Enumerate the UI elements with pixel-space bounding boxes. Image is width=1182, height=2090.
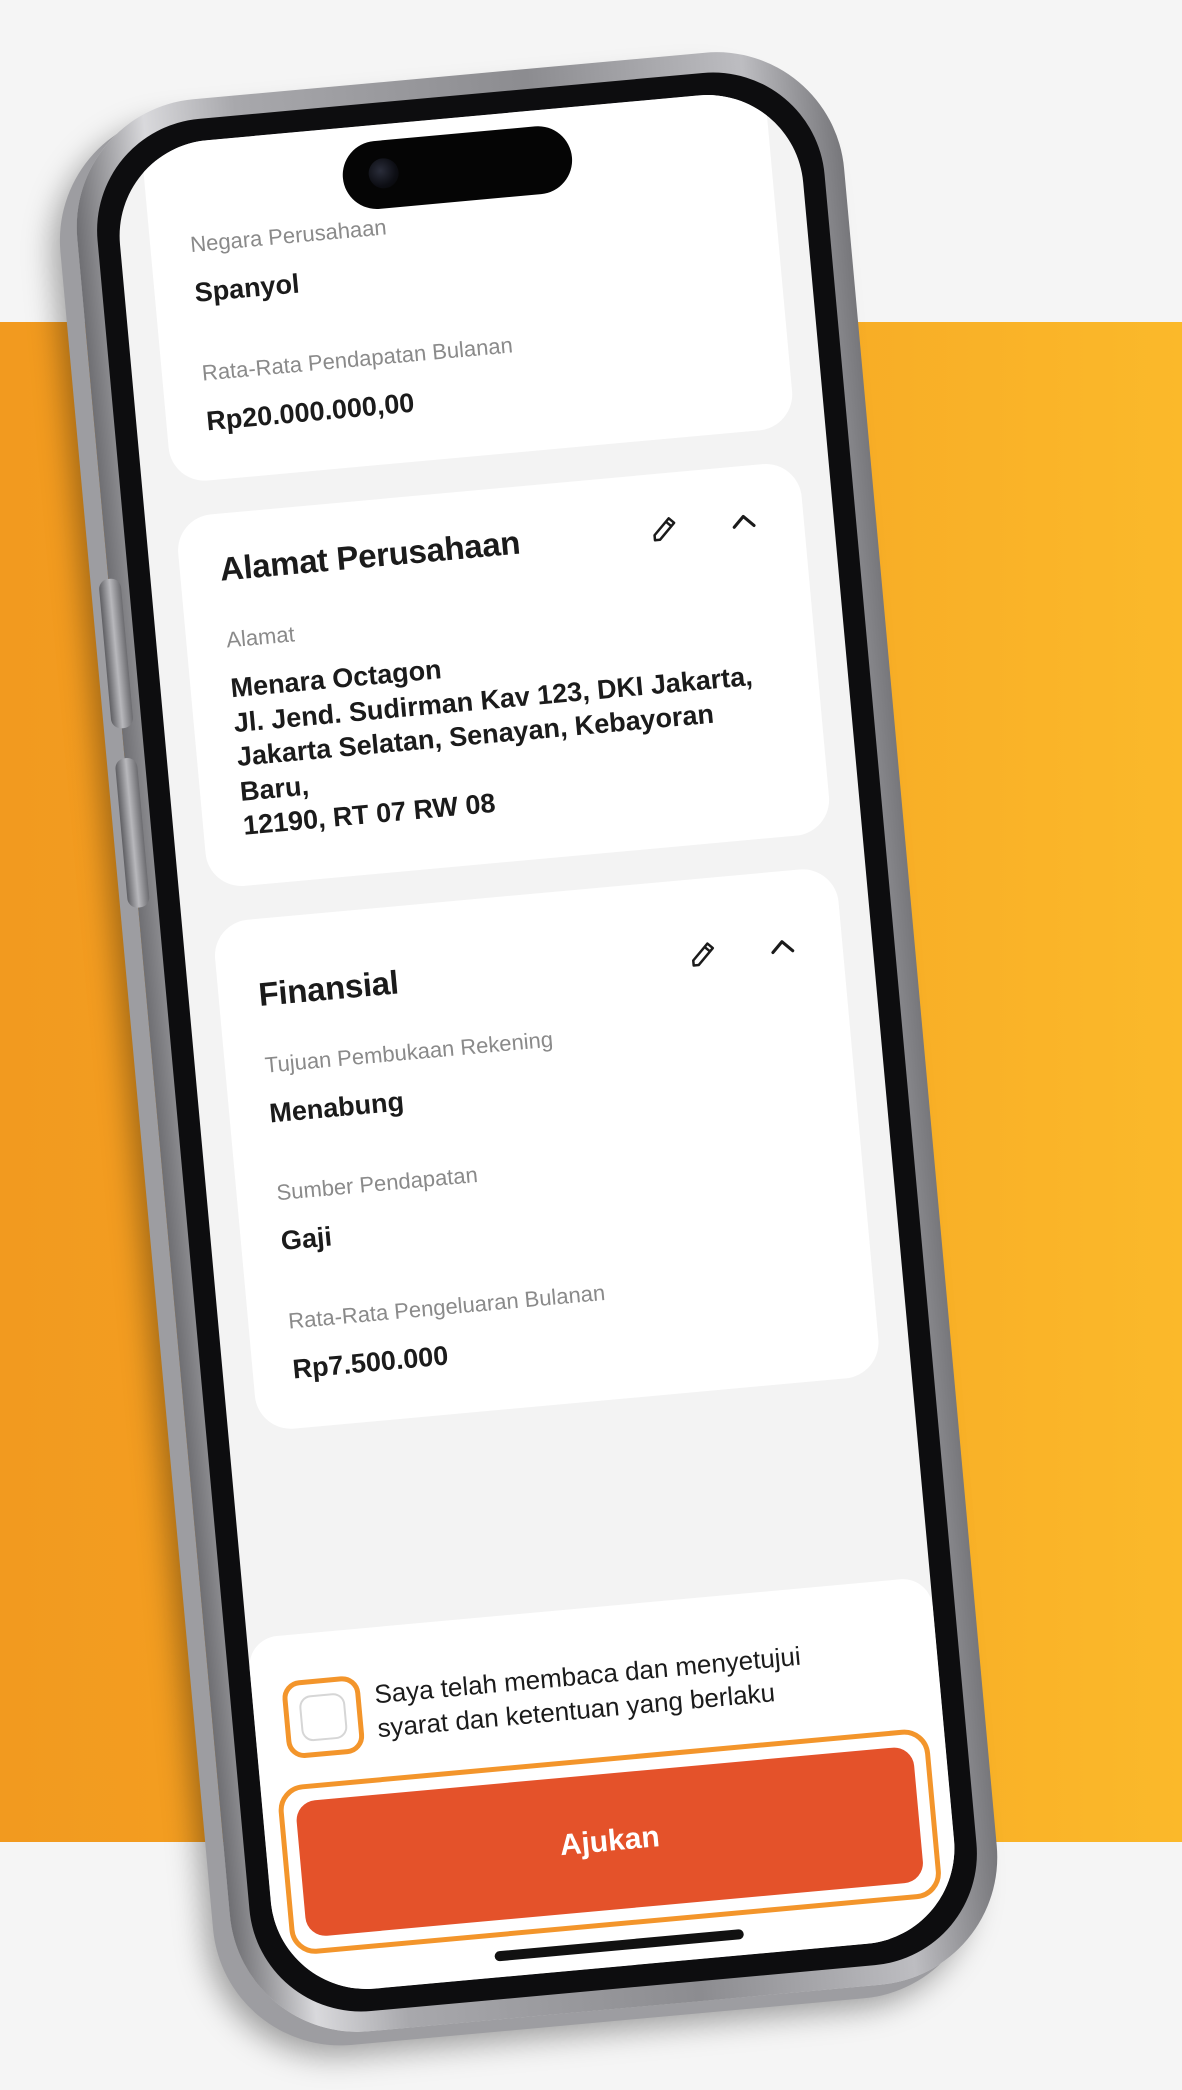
financial-card-header: Finansial [257,925,804,1014]
agreement-checkbox-highlight[interactable] [280,1674,366,1760]
financial-card-actions [681,925,804,976]
submit-button[interactable]: Ajukan [294,1745,925,1938]
front-camera-icon [367,157,400,190]
marketing-scene: Negara Perusahaan Spanyol Rata-Rata Pend… [0,0,1182,2090]
submit-footer: Saya telah membaca dan menyetujui syarat… [246,1576,963,1998]
address-card-header: Alamat Perusahaan [218,500,765,589]
address-card-title: Alamat Perusahaan [218,523,522,588]
submit-button-highlight: Ajukan [276,1727,944,1956]
pencil-icon[interactable] [681,933,724,976]
chevron-up-icon[interactable] [761,925,804,968]
address-value: Menara Octagon Jl. Jend. Sudirman Kav 12… [229,622,788,844]
chevron-up-icon[interactable] [722,500,765,543]
financial-card-title: Finansial [256,963,400,1013]
address-card-actions [642,500,765,551]
agreement-text: Saya telah membaca dan menyetujui syarat… [373,1640,805,1746]
agreement-checkbox[interactable] [298,1692,349,1743]
pencil-icon[interactable] [642,508,685,551]
review-content: Negara Perusahaan Spanyol Rata-Rata Pend… [141,89,885,1466]
company-address-card: Alamat Perusahaan Alamat Menara Octagon … [174,461,833,889]
financial-card: Finansial Tujuan Pembukaan Rekening Mena… [211,866,882,1433]
